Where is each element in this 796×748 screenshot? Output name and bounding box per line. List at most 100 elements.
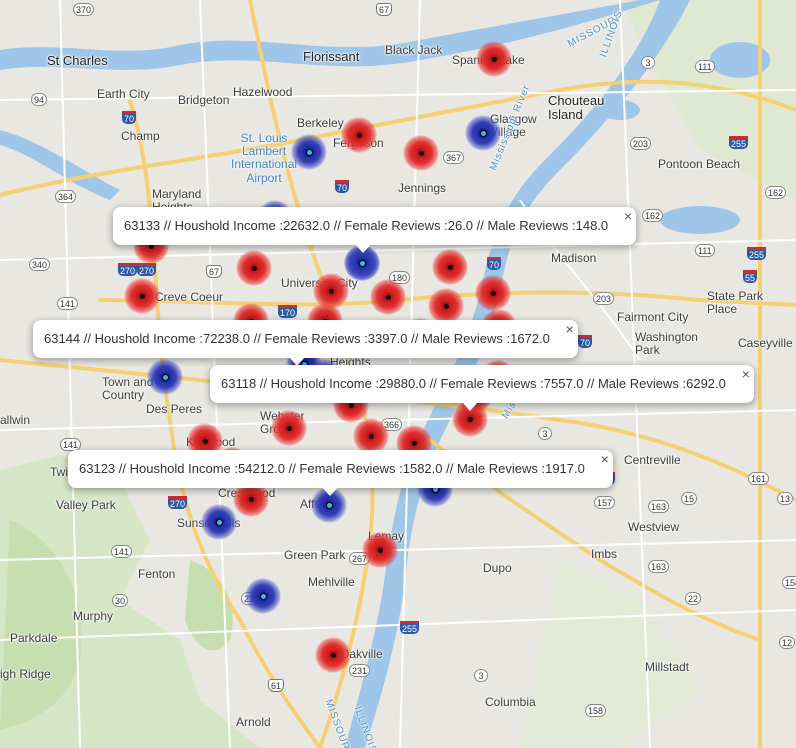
marker-center-dot — [251, 265, 257, 271]
interstate-route-shield: 270 — [118, 263, 138, 276]
marker-center-dot — [202, 438, 208, 444]
place-label: Centreville — [624, 453, 681, 467]
marker-center-dot — [348, 402, 354, 408]
marker-center-dot — [216, 519, 222, 525]
place-label: Bridgeton — [178, 93, 230, 107]
place-label: St. Louis Lambert International Airport — [231, 131, 298, 185]
blue-map-marker[interactable] — [245, 578, 281, 614]
state-route-shield: 163 — [648, 560, 670, 573]
red-map-marker[interactable] — [476, 41, 512, 77]
state-route-shield: 163 — [648, 500, 670, 513]
red-map-marker[interactable] — [432, 249, 468, 285]
red-map-marker[interactable] — [271, 410, 307, 446]
marker-center-dot — [248, 496, 254, 502]
place-label: Jennings — [398, 181, 447, 195]
state-route-shield: 3 — [538, 427, 552, 440]
marker-center-dot — [326, 502, 332, 508]
state-route-shield: 13 — [777, 492, 794, 505]
info-popup: 63144 // Houshold Income :72238.0 // Fem… — [33, 320, 578, 366]
marker-center-dot — [162, 374, 168, 380]
place-label: Pontoon Beach — [658, 157, 741, 171]
state-route-shield: 203 — [630, 137, 652, 150]
place-label: Town and Country — [102, 375, 154, 403]
blue-map-marker[interactable] — [201, 504, 237, 540]
place-label: igh Ridge — [0, 667, 51, 681]
info-popup: 63123 // Houshold Income :54212.0 // Fem… — [68, 450, 613, 496]
state-route-shield: 3 — [474, 669, 488, 682]
marker-center-dot — [286, 425, 292, 431]
place-label: Berkeley — [297, 116, 344, 130]
state-route-shield: 15 — [681, 492, 698, 505]
red-map-marker[interactable] — [124, 278, 160, 314]
state-route-shield: 158 — [585, 704, 607, 717]
red-map-marker[interactable] — [403, 135, 439, 171]
marker-center-dot — [491, 56, 497, 62]
state-route-shield: 364 — [55, 190, 77, 203]
marker-center-dot — [368, 433, 374, 439]
place-label: Hazelwood — [233, 85, 293, 99]
interstate-route-shield: 270 — [168, 496, 188, 509]
place-label: Chouteau Island — [548, 93, 605, 123]
place-label: State Park Place — [707, 289, 764, 317]
popup-text: 63123 // Houshold Income :54212.0 // Fem… — [79, 461, 585, 476]
blue-map-marker[interactable] — [465, 115, 501, 151]
marker-center-dot — [330, 652, 336, 658]
interstate-route-shield: 55 — [743, 270, 758, 283]
place-label: Imbs — [591, 547, 618, 561]
state-route-shield: 111 — [695, 60, 715, 73]
place-label: Florissant — [303, 49, 360, 64]
marker-center-dot — [260, 593, 266, 599]
place-label: Mehlville — [308, 575, 355, 589]
close-icon[interactable]: × — [624, 209, 632, 223]
place-label: Fairmont City — [617, 310, 689, 324]
place-label: Westview — [628, 520, 680, 534]
red-map-marker[interactable] — [362, 532, 398, 568]
state-route-shield: 111 — [695, 244, 715, 257]
blue-map-marker[interactable] — [147, 359, 183, 395]
marker-center-dot — [385, 294, 391, 300]
red-map-marker[interactable] — [315, 637, 351, 673]
state-route-shield: 370 — [73, 3, 95, 16]
blue-map-marker[interactable] — [291, 134, 327, 170]
state-route-shield: 141 — [57, 297, 79, 310]
place-label: Millstadt — [645, 660, 690, 674]
us-route-shield: 67 — [376, 3, 393, 16]
close-icon[interactable]: × — [742, 367, 750, 381]
marker-center-dot — [328, 288, 334, 294]
state-route-shield: 231 — [349, 664, 371, 677]
interstate-route-shield: 255 — [747, 247, 767, 260]
red-map-marker[interactable] — [353, 418, 389, 454]
marker-center-dot — [480, 130, 486, 136]
interstate-route-shield: 255 — [729, 136, 749, 149]
info-popup: 63133 // Houshold Income :22632.0 // Fem… — [113, 207, 637, 253]
red-map-marker[interactable] — [428, 288, 464, 324]
marker-center-dot — [418, 150, 424, 156]
marker-center-dot — [447, 264, 453, 270]
state-route-shield: 340 — [29, 258, 51, 271]
red-map-marker[interactable] — [341, 117, 377, 153]
red-map-marker[interactable] — [475, 275, 511, 311]
state-route-shield: 3 — [641, 56, 655, 69]
close-icon[interactable]: × — [566, 322, 574, 336]
map-canvas[interactable]: St CharlesFlorissantBlack JackSpanish La… — [0, 0, 796, 748]
place-label: Des Peres — [146, 402, 203, 416]
place-label: Twi — [50, 465, 68, 479]
close-icon[interactable]: × — [601, 452, 609, 466]
place-label: Champ — [121, 129, 160, 143]
place-label: St Charles — [47, 53, 108, 68]
red-map-marker[interactable] — [236, 250, 272, 286]
red-map-marker[interactable] — [370, 279, 406, 315]
place-label: Washington Park — [635, 330, 698, 358]
interstate-route-shield: 70 — [122, 111, 137, 124]
place-label: Madison — [551, 251, 597, 265]
interstate-route-shield: 70 — [487, 257, 502, 270]
marker-center-dot — [377, 547, 383, 553]
marker-center-dot — [490, 290, 496, 296]
popup-text: 63118 // Houshold Income :29880.0 // Fem… — [221, 376, 726, 391]
state-route-shield: 158 — [782, 576, 796, 589]
state-route-shield: 162 — [765, 186, 787, 199]
place-label: Fenton — [138, 567, 176, 581]
state-route-shield: 203 — [593, 292, 615, 305]
state-route-shield: 161 — [748, 472, 770, 485]
place-label: Creve Coeur — [155, 290, 224, 304]
